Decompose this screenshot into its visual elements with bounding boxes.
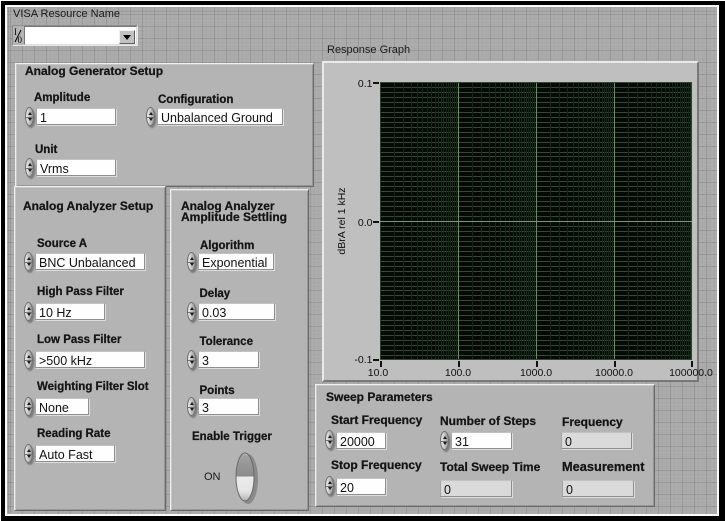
svg-text:0: 0 [18,35,23,44]
